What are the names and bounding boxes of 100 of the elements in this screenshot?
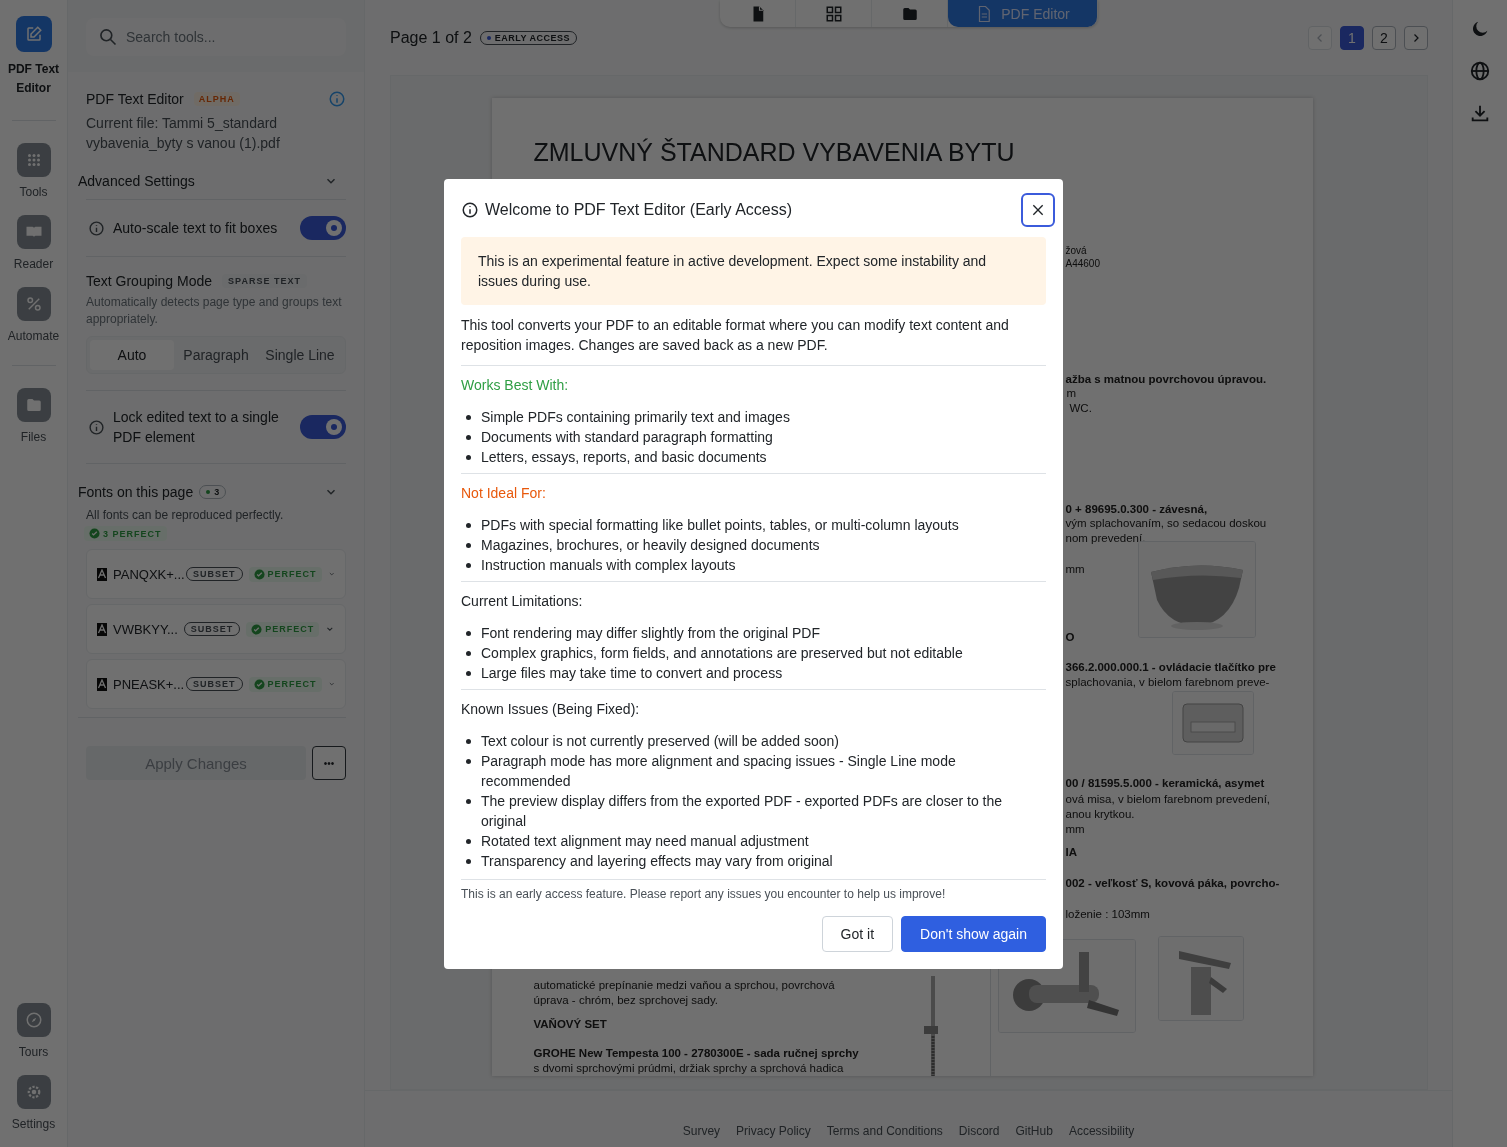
section-title: Advanced Settings	[78, 173, 195, 189]
toggle-label: Auto-scale text to fit boxes	[113, 219, 279, 238]
document-text: 00 / 81595.5.000 - keramická, asymet	[1065, 777, 1265, 789]
bullet-icon	[466, 758, 471, 764]
intro-text: This tool converts your PDF to an editable format where you can modify text content and reposition images. Changes are saved back as a new PDF.	[461, 315, 1010, 355]
font-name: VWBKYY...	[113, 621, 178, 637]
toggle-switch[interactable]	[300, 415, 346, 439]
nav-item[interactable]: Settings	[0, 1075, 68, 1131]
warning-message: This is an experimental feature in active development. Expect some instability and issues during use.	[461, 236, 1046, 305]
segment-option[interactable]: Paragraph	[174, 340, 258, 370]
font-icon	[97, 677, 107, 691]
document-text: O	[1065, 631, 1075, 643]
footer-link[interactable]: Privacy Policy	[736, 1124, 811, 1138]
document-text: 0 + 89695.0.300 - závesná,	[1065, 503, 1208, 515]
section-heading: Known Issues (Being Fixed):	[461, 699, 641, 719]
status-badge: 3 PERFECT	[84, 526, 167, 541]
nav-item[interactable]: Tools	[0, 143, 68, 199]
document-text: WC.	[1069, 402, 1092, 414]
nav-item[interactable]: Reader	[0, 215, 68, 271]
list-item: Paragraph mode has more alignment and spacing issues - Single Line mode recommended	[481, 751, 957, 791]
bullet-icon	[466, 630, 471, 636]
list-item: Instruction manuals with complex layouts	[481, 555, 736, 575]
document-text: automatické prepínanie medzi vaňou a sprchou, povrchová	[533, 979, 835, 991]
nav-item[interactable]: PDF Text Editor	[0, 16, 68, 98]
page-button[interactable]: 1	[1340, 25, 1364, 50]
search-icon	[98, 27, 118, 47]
bullet-icon	[466, 858, 471, 864]
check-circle-icon	[251, 623, 263, 635]
compass-icon	[24, 1011, 43, 1029]
document-text: A44600	[1065, 258, 1100, 269]
font-icon	[97, 622, 107, 636]
list-item: The preview display differs from the exported PDF - exported PDFs are closer to the original	[481, 791, 1004, 831]
folder-icon	[24, 396, 43, 414]
pencil-icon	[24, 25, 43, 43]
more-button[interactable]: •••	[312, 746, 346, 780]
bullet-icon	[466, 414, 471, 420]
toggle-switch[interactable]	[300, 216, 346, 240]
section-heading: Works Best With:	[461, 375, 570, 395]
list-item: Text colour is not currently preserved (will be added soon)	[481, 731, 839, 751]
status-badge: PERFECT	[248, 676, 322, 692]
status-badge: PERFECT	[248, 566, 322, 582]
footer-link[interactable]: Accessibility	[1068, 1124, 1135, 1138]
document-text: vým splachovaním, so sedacou doskou	[1065, 517, 1267, 529]
document-text: s dvomi sprchovými prúdmi, držiak sprchy a sprchová hadica	[533, 1062, 844, 1074]
bullet-icon	[466, 650, 471, 656]
font-icon	[97, 567, 107, 581]
footer-link[interactable]: Terms and Conditions	[826, 1124, 943, 1138]
list-item: Magazines, brochures, or heavily designed documents	[481, 535, 820, 555]
bullet-icon	[466, 670, 471, 676]
alpha-badge: ALPHA	[193, 92, 240, 106]
bullet-icon	[466, 838, 471, 844]
list-item: Rotated text alignment may need manual adjustment	[481, 831, 809, 851]
list-item: Letters, essays, reports, and basic documents	[481, 447, 767, 467]
view-tab[interactable]: PDF Editor	[948, 0, 1098, 27]
document-text: úprava - chróm, bez sprchovej sady.	[533, 994, 718, 1006]
bullet-icon	[466, 738, 471, 744]
dialog-title: Welcome to PDF Text Editor (Early Access)	[485, 199, 794, 220]
document-text: anou krytkou.	[1065, 808, 1135, 820]
list-item: Simple PDFs containing primarily text and images	[481, 407, 790, 427]
list-item: Font rendering may differ slightly from the original PDF	[481, 623, 820, 643]
segment-option[interactable]: Auto	[90, 340, 174, 370]
bullet-icon	[466, 562, 471, 568]
footer-link[interactable]: GitHub	[1015, 1124, 1053, 1138]
bullet-icon	[466, 454, 471, 460]
got-it-button[interactable]: Got it	[821, 915, 894, 952]
document-text: 002 - veľkosť S, kovová páka, povrcho-	[1065, 877, 1280, 889]
segment-option[interactable]: Single Line	[258, 340, 342, 370]
bullet-icon	[466, 542, 471, 548]
footer-link[interactable]: Discord	[958, 1124, 1000, 1138]
grid-icon	[824, 4, 843, 23]
document-text: IA	[1065, 846, 1077, 858]
section-title: Fonts on this page	[78, 484, 194, 500]
document-text: ová misa, v bielom farebnom prevedení,	[1065, 793, 1271, 805]
next-page-button[interactable]	[1404, 25, 1428, 50]
document-text: nom prevedení.	[1065, 532, 1146, 544]
document-text: mm	[1065, 823, 1085, 835]
bullet-icon	[466, 522, 471, 528]
description: Automatically detects page type and groups text appropriately.	[86, 294, 343, 328]
document-text: VAŇOVÝ SET	[533, 1018, 607, 1030]
current-file: Current file: Tammi 5_standard vybavenia_byty s vanou (1).pdf	[85, 114, 281, 153]
info-icon	[328, 90, 346, 108]
check-circle-icon	[253, 678, 265, 690]
section-heading: Current Limitations:	[461, 591, 584, 611]
list-item: PDFs with special formatting like bullet points, tables, or multi-column layouts	[481, 515, 959, 535]
fonts-note: All fonts can be reproduced perfectly.	[85, 508, 285, 522]
list-item: Documents with standard paragraph formatting	[481, 427, 773, 447]
info-icon	[88, 219, 105, 237]
nav-item[interactable]: Files	[0, 388, 68, 444]
close-button[interactable]	[1021, 192, 1055, 227]
info-icon	[88, 418, 105, 436]
list-item: Large files may take time to convert and process	[481, 663, 783, 683]
document-title: ZMLUVNÝ ŠTANDARD VYBAVENIA BYTU	[533, 138, 1015, 167]
footer-link[interactable]: Survey	[682, 1124, 721, 1138]
dont-show-again-button[interactable]: Don't show again	[901, 915, 1046, 952]
nav-item[interactable]: Tours	[0, 1003, 68, 1059]
document-text: GROHE New Tempesta 100 - 2780300E - sada ručnej sprchy	[533, 1047, 859, 1059]
footnote: This is an early access feature. Please report any issues you encounter to help us improve!	[461, 878, 1046, 904]
page-button[interactable]: 2	[1372, 25, 1396, 50]
check-circle-icon	[89, 528, 100, 539]
nav-item[interactable]: Automate	[0, 287, 68, 343]
